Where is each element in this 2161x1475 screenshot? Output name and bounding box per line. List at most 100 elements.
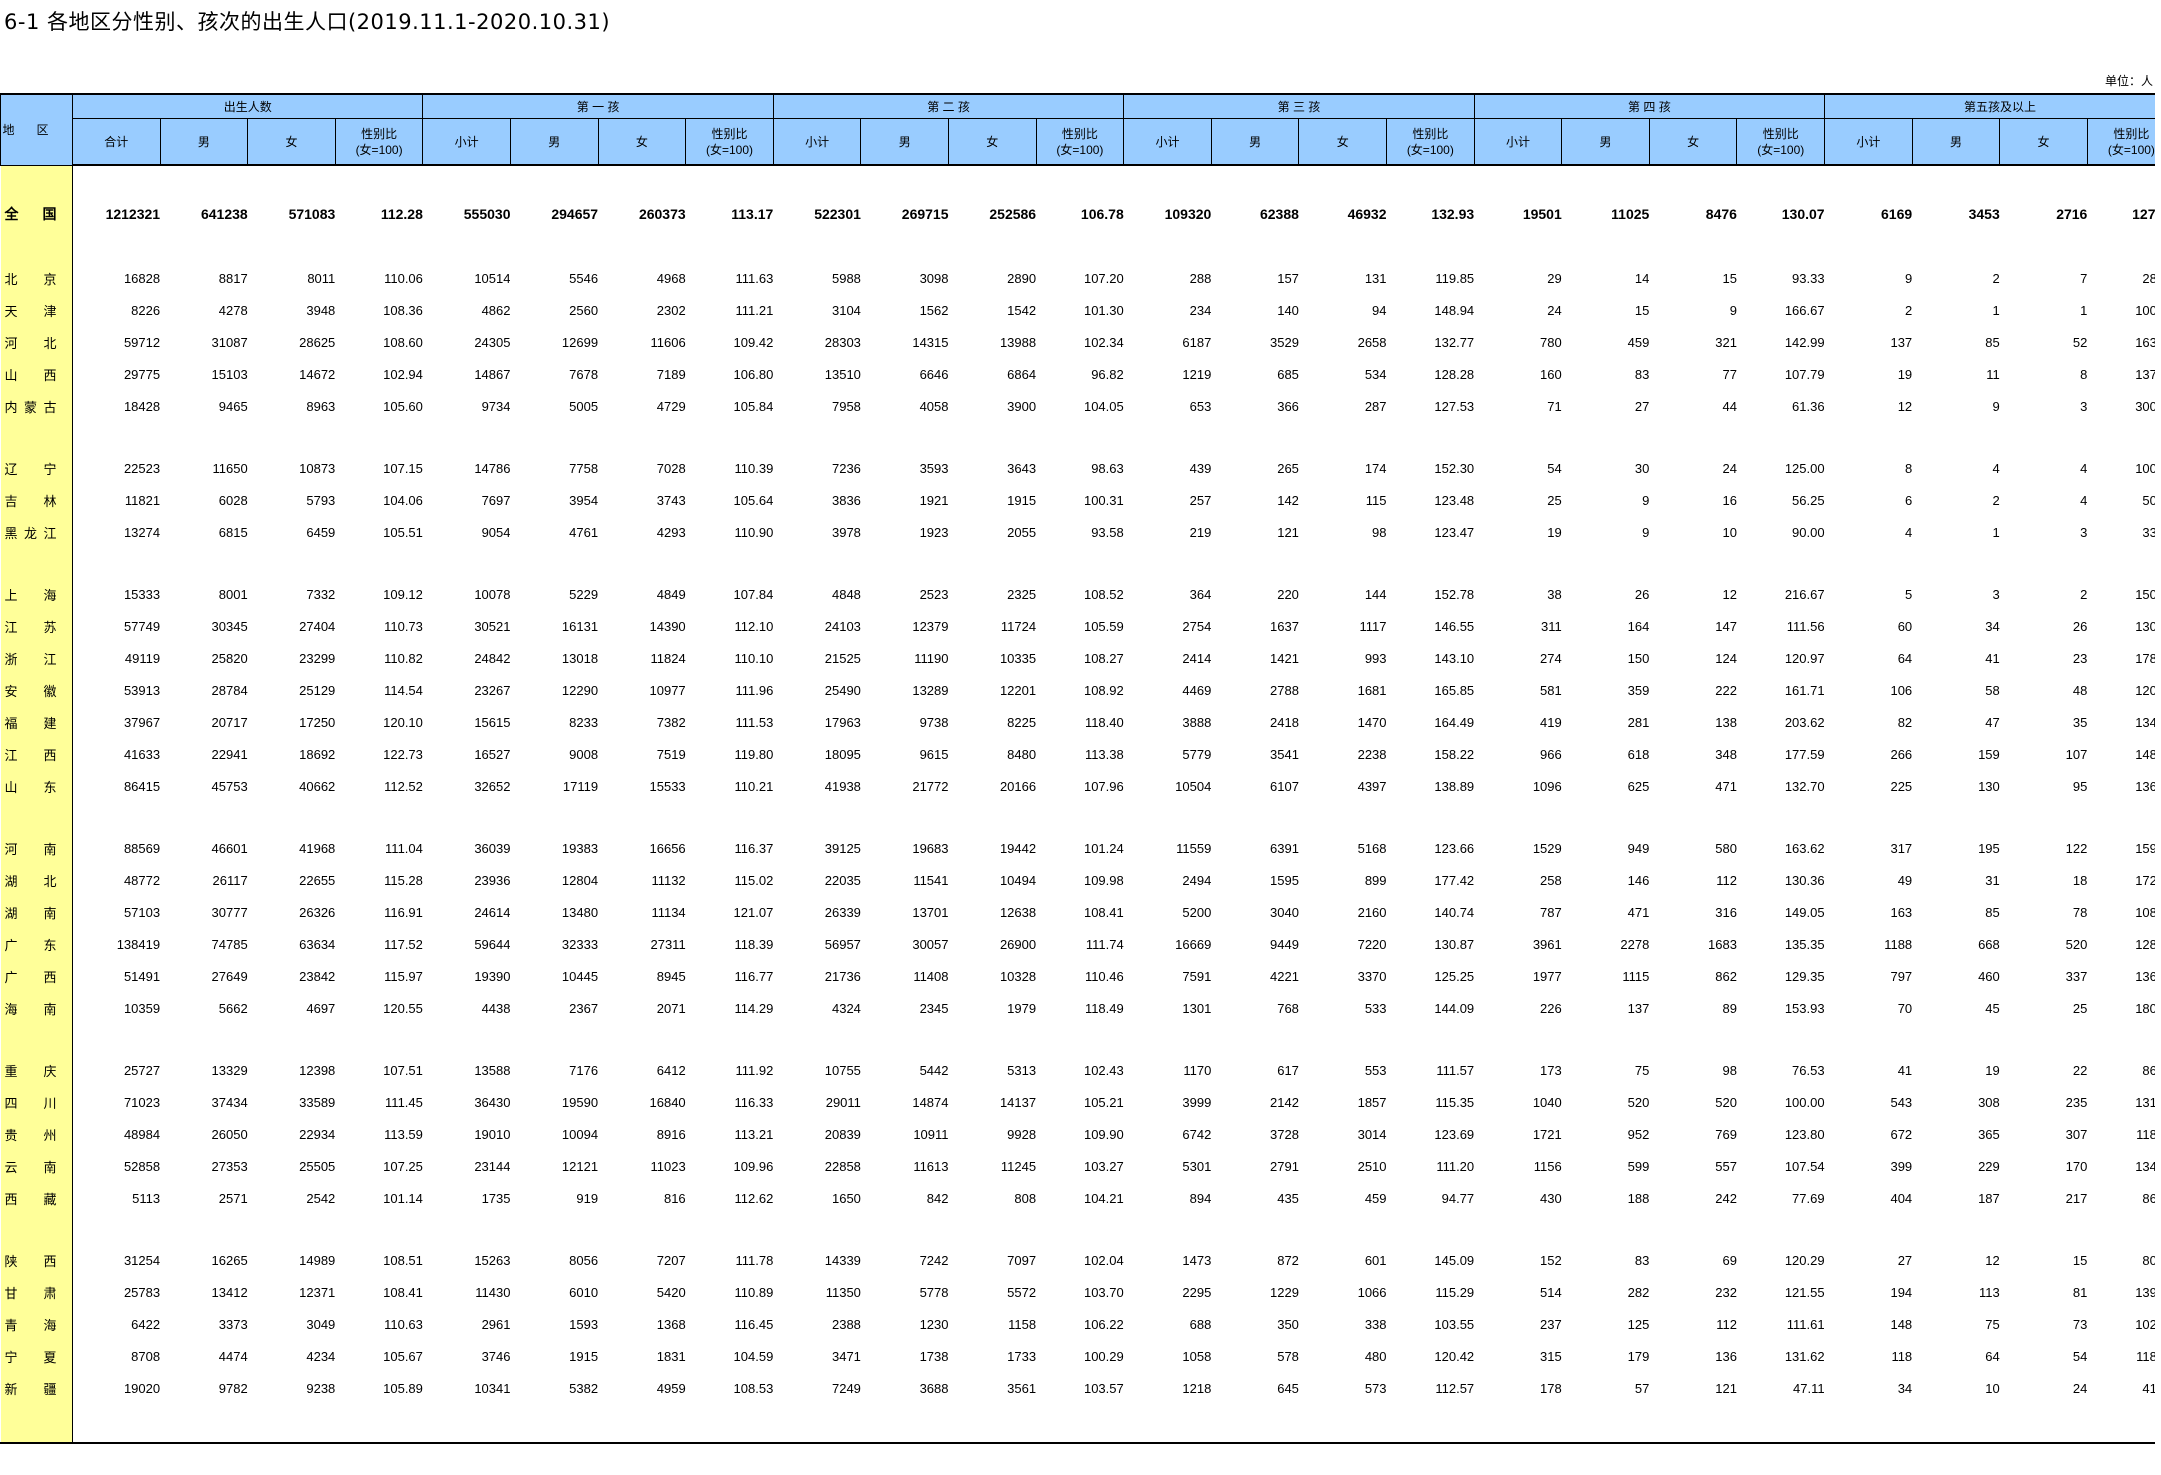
data-cell: 203.62 <box>1784 714 1825 730</box>
spacer-cell <box>1562 1404 1650 1442</box>
data-cell: 152.30 <box>1434 460 1475 476</box>
data-cell: 235 <box>2065 1094 2088 1110</box>
data-cell: 105.64 <box>733 492 774 508</box>
data-cell: 232 <box>1715 1284 1737 1300</box>
data-cell: 1831 <box>656 1348 686 1364</box>
data-cell: 13588 <box>474 1062 511 1078</box>
data-cell: 106.78 <box>1080 206 1124 222</box>
table-row: 浙江 49119 25820 23299 110.82 24842 13018 11824 11… <box>0 642 2155 674</box>
data-cell: 9928 <box>1007 1126 1037 1142</box>
region-name: 辽宁 <box>4 461 57 477</box>
table-row: 安徽 53913 28784 25129 114.54 23267 12290 10977 11… <box>0 674 2155 706</box>
data-cell: 100.00 <box>2135 460 2155 476</box>
data-cell: 16131 <box>561 618 599 634</box>
region-cell: 安徽 <box>0 674 73 706</box>
data-cell: 780 <box>1540 334 1562 350</box>
data-cell: 123.80 <box>1784 1126 1825 1142</box>
spacer-cell <box>73 1024 161 1054</box>
data-cell: 107.51 <box>383 1062 423 1078</box>
data-cell: 13510 <box>824 366 861 382</box>
data-cell: 52858 <box>123 1158 161 1174</box>
spacer-cell <box>773 422 861 452</box>
spacer-cell <box>1124 802 1212 832</box>
spacer-cell <box>423 1024 511 1054</box>
spacer-cell <box>949 1024 1037 1054</box>
spacer-cell <box>1649 548 1737 578</box>
data-cell: 105.60 <box>383 398 423 414</box>
data-cell: 688 <box>1189 1316 1212 1332</box>
data-cell: 28625 <box>299 334 336 350</box>
spacer-cell <box>335 802 423 832</box>
spacer-cell <box>160 1404 248 1442</box>
data-cell: 13988 <box>999 334 1037 350</box>
data-cell: 1421 <box>1270 650 1299 666</box>
data-cell: 419 <box>1540 714 1562 730</box>
data-cell: 6391 <box>1270 840 1299 856</box>
spacer-cell <box>686 548 774 578</box>
data-cell: 124 <box>1715 650 1737 666</box>
data-cell: 20717 <box>211 714 248 730</box>
data-cell: 111.56 <box>1786 618 1825 634</box>
data-cell: 2961 <box>481 1316 511 1332</box>
subcolumn-header: 女 <box>1298 118 1387 166</box>
data-cell: 95 <box>2072 778 2088 794</box>
spacer-cell <box>1211 1404 1299 1442</box>
subcolumn-header: 性别比 (女=100) <box>1736 118 1825 166</box>
table-header: 地区 出生人数第 一 孩第 二 孩第 三 孩第 四 孩第五孩及以上 合计男女性别比(… <box>0 93 2155 166</box>
data-cell: 350 <box>1277 1316 1299 1332</box>
data-cell: 2302 <box>656 302 686 318</box>
data-cell: 52 <box>2072 334 2088 350</box>
subcolumn-header: 性别比 (女=100) <box>334 118 423 166</box>
data-cell: 48 <box>2072 682 2088 698</box>
data-cell: 13274 <box>123 524 161 540</box>
table-row: 云南 52858 27353 25505 107.25 23144 12121 11023 10… <box>0 1150 2155 1182</box>
data-cell: 19590 <box>561 1094 599 1110</box>
spacer-cell <box>861 802 949 832</box>
data-cell: 107.25 <box>383 1158 423 1174</box>
table-row: 广西 51491 27649 23842 115.97 19390 10445 8945 116… <box>0 960 2155 992</box>
data-cell: 61.36 <box>1792 398 1825 414</box>
data-cell: 112.10 <box>734 618 774 634</box>
data-cell: 139.51 <box>2135 1284 2155 1300</box>
data-cell: 179 <box>1627 1348 1650 1364</box>
block-spacer-row <box>0 1214 2156 1244</box>
data-cell: 2542 <box>306 1190 336 1206</box>
data-cell: 10977 <box>649 682 686 698</box>
data-cell: 25129 <box>299 682 336 698</box>
data-cell: 1219 <box>1182 366 1212 382</box>
data-cell: 3471 <box>831 1348 861 1364</box>
data-cell: 1738 <box>919 1348 949 1364</box>
data-cell: 106 <box>1890 682 1913 698</box>
data-cell: 4469 <box>1182 682 1212 698</box>
spacer-cell <box>335 1214 423 1244</box>
data-cell: 130.87 <box>1434 936 1475 952</box>
data-cell: 22523 <box>123 460 161 476</box>
region-cell: 宁夏 <box>0 1340 73 1372</box>
data-cell: 105.51 <box>383 524 423 540</box>
data-cell: 3541 <box>1270 746 1299 762</box>
data-cell: 2716 <box>2056 206 2088 222</box>
spacer-cell <box>73 548 161 578</box>
data-cell: 57103 <box>123 904 161 920</box>
data-cell: 308 <box>1978 1094 2000 1110</box>
region-cell: 吉林 <box>0 484 73 516</box>
data-cell: 146 <box>1627 872 1650 888</box>
data-cell: 152.78 <box>1434 586 1475 602</box>
data-cell: 129.35 <box>1784 968 1825 984</box>
spacer-cell <box>248 548 336 578</box>
data-cell: 78 <box>2072 904 2088 920</box>
data-cell: 10504 <box>1175 778 1212 794</box>
data-cell: 3453 <box>1968 206 2000 222</box>
region-name: 四川 <box>4 1095 57 1111</box>
spacer-cell <box>2000 1404 2088 1442</box>
data-cell: 10328 <box>999 968 1037 984</box>
data-cell: 120.42 <box>1434 1348 1475 1364</box>
data-cell: 404 <box>1890 1190 1913 1206</box>
data-cell: 2890 <box>1007 270 1037 286</box>
data-cell: 120.97 <box>1784 650 1825 666</box>
data-cell: 22655 <box>299 872 336 888</box>
spacer-cell <box>160 548 248 578</box>
data-cell: 11132 <box>651 872 686 888</box>
data-cell: 2325 <box>1007 586 1037 602</box>
spacer-cell <box>598 1214 686 1244</box>
